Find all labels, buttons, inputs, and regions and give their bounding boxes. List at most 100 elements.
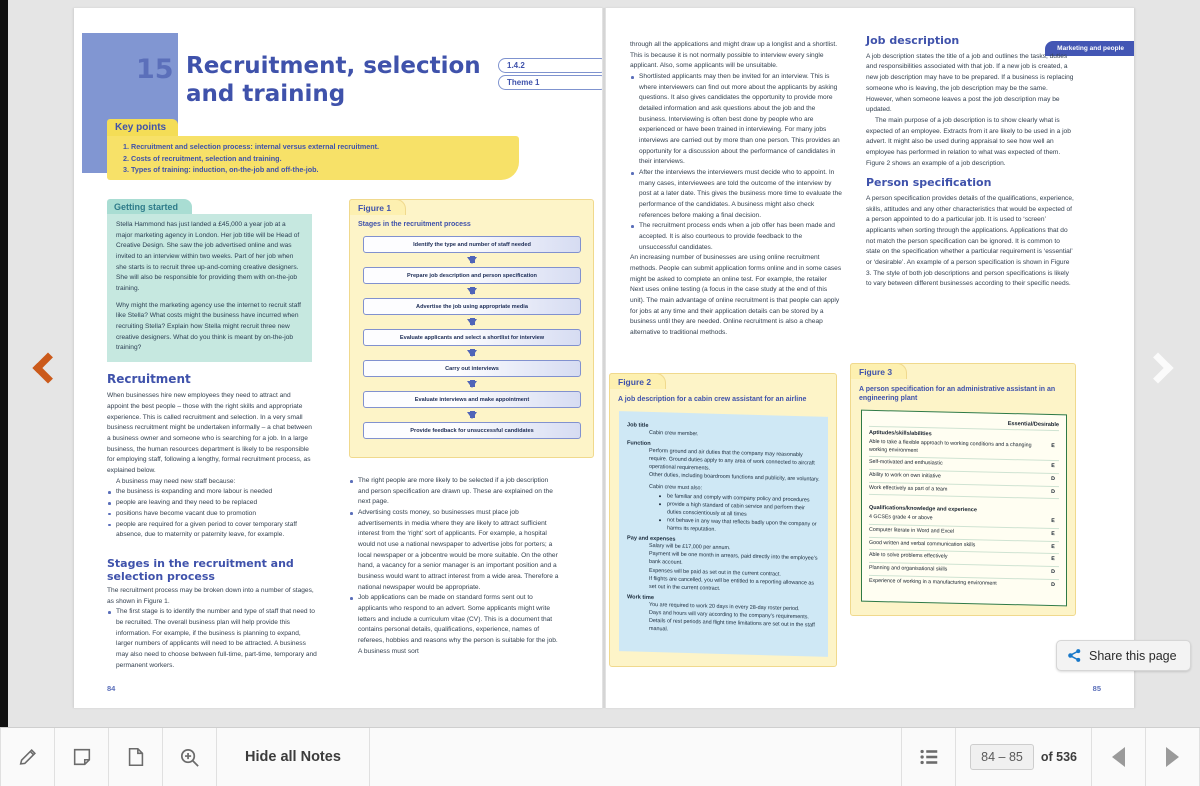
recruitment-paragraph: When businesses hire new employees they … — [107, 392, 312, 475]
figure-1-flowchart: Identify the type and number of staff ne… — [363, 236, 581, 439]
figure-2-document: Job title Cabin crew member. Function Pe… — [619, 411, 828, 657]
chevron-left-icon — [32, 352, 64, 384]
commentary-bullets: The right people are more likely to be s… — [349, 476, 561, 657]
flow-step: Identify the type and number of staff ne… — [363, 236, 581, 253]
flow-step: Prepare job description and person speci… — [363, 267, 581, 284]
row-text: Computer literate in Word and Excel — [869, 526, 954, 535]
total-pages-label: of 536 — [1040, 750, 1077, 764]
figure-1-label: Figure 1 — [349, 199, 407, 215]
page-left[interactable]: 15 Recruitment, selection and training 1… — [74, 8, 608, 708]
bottom-toolbar: Hide all Notes 84 – 85 of 536 — [0, 727, 1200, 786]
chapter-number: 15 — [136, 54, 174, 85]
chevron-right-icon — [1142, 352, 1174, 384]
figure-3: Figure 3 A person specification for an a… — [850, 363, 1076, 616]
figure-2-label: Figure 2 — [609, 373, 667, 389]
row-text: 4 GCSEs grade 4 or above — [869, 514, 933, 522]
flow-arrow-icon — [363, 315, 581, 329]
zoom-in-icon — [180, 748, 199, 767]
flow-arrow-icon — [363, 408, 581, 422]
person-specification-heading: Person specification — [866, 176, 992, 190]
figure-3-caption: A person specification for an administra… — [859, 386, 1056, 403]
continuation-paragraph: through all the applications and might d… — [630, 41, 838, 70]
list-item: Costs of recruitment, selection and trai… — [131, 153, 509, 165]
list-item: Advertising costs money, so businesses m… — [349, 508, 561, 593]
getting-started-paragraph: Stella Hammond has just landed a £45,000… — [116, 221, 300, 293]
recruitment-lead-in: A business may need new staff because: — [116, 477, 236, 485]
row-value: E — [1051, 518, 1055, 525]
flow-step: Carry out interviews — [363, 360, 581, 377]
hide-all-notes-button[interactable]: Hide all Notes — [217, 728, 369, 786]
figure-3-table: Essential/Desirable Aptitudes/skills/abi… — [861, 409, 1067, 607]
stages-heading: Stages in the recruitment and selection … — [107, 557, 294, 583]
row-value: E — [1051, 442, 1055, 450]
flow-arrow-icon — [363, 253, 581, 267]
right-column-one: through all the applications and might d… — [630, 40, 842, 339]
row-text: Able to solve problems effectively — [869, 552, 948, 561]
job-description-paragraph: A job description states the title of a … — [866, 52, 1074, 114]
badge-theme: Theme 1 — [498, 75, 608, 90]
figure-1: Figure 1 Stages in the recruitment proce… — [349, 199, 594, 458]
page-range-input[interactable]: 84 – 85 — [970, 744, 1034, 770]
spec-badges: 1.4.2 Theme 1 — [498, 58, 608, 92]
row-text: Experience of working in a manufacturing… — [869, 577, 997, 587]
book-spine — [602, 8, 606, 708]
list-item: not behave in any way that reflects badl… — [659, 516, 820, 537]
page-right[interactable]: Marketing and people through all the app… — [604, 8, 1134, 708]
page-note-button[interactable] — [109, 728, 162, 786]
row-value: D — [1051, 488, 1055, 495]
list-item: The first stage is to identify the numbe… — [107, 607, 319, 671]
flow-arrow-icon — [363, 284, 581, 298]
pencil-icon — [19, 749, 36, 765]
recruitment-heading: Recruitment — [107, 372, 191, 386]
sticky-note-icon — [73, 748, 90, 766]
list-item: Recruitment and selection process: inter… — [131, 141, 509, 153]
book-spread: 15 Recruitment, selection and training 1… — [74, 8, 1134, 708]
jd-bullets: be familiar and comply with company poli… — [649, 492, 820, 537]
triangle-right-icon — [1166, 747, 1179, 767]
row-value: E — [1051, 556, 1055, 563]
share-this-page-button[interactable]: Share this page — [1056, 640, 1191, 671]
recruitment-bullets: the business is expanding and more labou… — [107, 487, 312, 540]
share-icon — [1068, 649, 1081, 662]
job-description-heading: Job description — [866, 34, 960, 47]
reader-viewport: 15 Recruitment, selection and training 1… — [0, 0, 1200, 786]
jd-line: Details of rest periods and flight time … — [649, 617, 815, 633]
page-navigator: 84 – 85 of 536 — [956, 728, 1091, 786]
row-value: E — [1051, 543, 1055, 550]
getting-started-box: Stella Hammond has just landed a £45,000… — [107, 214, 312, 363]
row-value: D — [1051, 569, 1055, 576]
badge-spec-code: 1.4.2 — [498, 58, 608, 73]
toolbar-previous-button[interactable] — [1092, 728, 1145, 786]
getting-started-heading: Getting started — [107, 199, 193, 215]
online-recruitment-paragraph: An increasing number of businesses are u… — [630, 254, 842, 337]
row-text: Able to take a flexible approach to work… — [869, 438, 1032, 454]
contents-list-icon — [920, 749, 937, 765]
row-value: E — [1051, 531, 1055, 538]
contents-button[interactable] — [902, 728, 955, 786]
interview-bullets: Shortlisted applicants may then be invit… — [630, 72, 842, 253]
row-value: D — [1051, 581, 1055, 588]
reader-stage: 15 Recruitment, selection and training 1… — [8, 0, 1200, 727]
pencil-tool-button[interactable] — [1, 728, 54, 786]
triangle-left-icon — [1112, 747, 1125, 767]
row-value: D — [1051, 475, 1055, 483]
flow-step: Provide feedback for unsuccessful candid… — [363, 422, 581, 439]
toolbar-next-button[interactable] — [1146, 728, 1199, 786]
list-item: After the interviews the interviewers mu… — [630, 168, 842, 221]
row-text: Self-motivated and enthusiastic — [869, 459, 943, 467]
row-text: Work effectively as part of a team — [869, 484, 948, 493]
list-item: positions have become vacant due to prom… — [107, 509, 312, 520]
next-page-button[interactable] — [1136, 340, 1180, 396]
flow-step: Evaluate applicants and select a shortli… — [363, 329, 581, 346]
right-column-two: Job description A job description states… — [866, 32, 1074, 290]
flow-arrow-icon — [363, 346, 581, 360]
page-number-left: 84 — [107, 684, 116, 693]
previous-page-button[interactable] — [26, 340, 70, 396]
getting-started-question: Why might the marketing agency use the i… — [116, 301, 301, 352]
sticky-note-button[interactable] — [55, 728, 108, 786]
jd-line: If flights are cancelled, you will be en… — [649, 575, 815, 592]
zoom-in-button[interactable] — [163, 728, 216, 786]
figure-2: Figure 2 A job description for a cabin c… — [609, 373, 837, 667]
page-title: Recruitment, selection and training — [186, 53, 481, 108]
